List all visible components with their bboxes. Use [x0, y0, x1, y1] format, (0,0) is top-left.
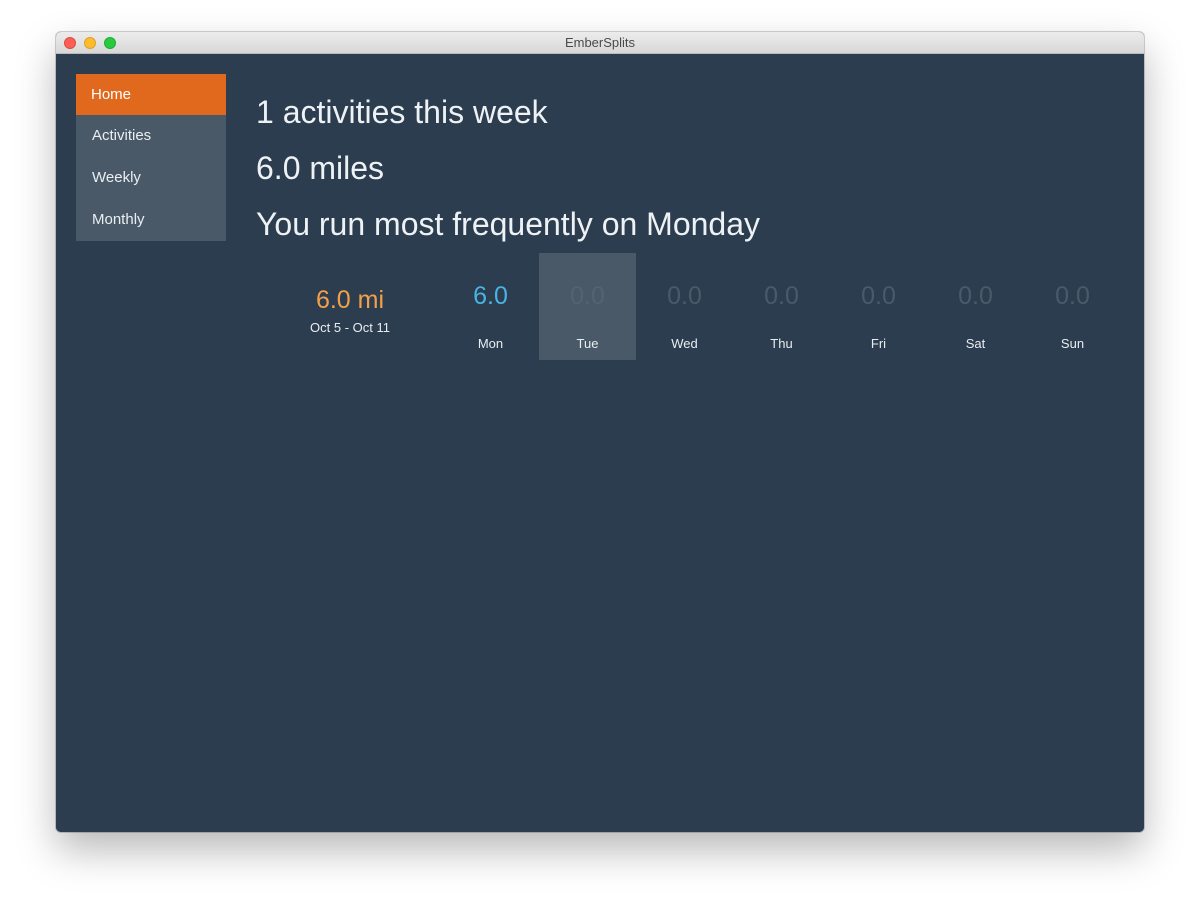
activities-count-heading: 1 activities this week: [256, 94, 548, 130]
distance-heading: 6.0 miles: [256, 150, 385, 186]
day-label: Tue: [576, 336, 599, 351]
day-cell-sun[interactable]: 0.0 Sun: [1024, 253, 1121, 360]
title-bar[interactable]: EmberSplits: [56, 32, 1144, 54]
sidebar-item-home[interactable]: Home: [76, 74, 226, 115]
day-cell-fri[interactable]: 0.0 Fri: [830, 253, 927, 360]
day-value: 0.0: [958, 282, 993, 310]
sidebar-item-monthly[interactable]: Monthly: [76, 199, 226, 241]
day-cell-mon[interactable]: 6.0 Mon: [442, 253, 539, 360]
day-label: Mon: [477, 336, 504, 351]
day-value: 0.0: [1055, 282, 1090, 310]
day-label: Sun: [1060, 336, 1085, 351]
sidebar-nav: Home Activities Weekly Monthly: [76, 74, 226, 241]
week-summary: 6.0 mi Oct 5 - Oct 11: [256, 286, 444, 335]
day-label: Sat: [965, 336, 986, 351]
day-cell-sat[interactable]: 0.0 Sat: [927, 253, 1024, 360]
day-cell-thu[interactable]: 0.0 Thu: [733, 253, 830, 360]
day-value: 0.0: [861, 282, 896, 310]
day-cell-wed[interactable]: 0.0 Wed: [636, 253, 733, 360]
sidebar-item-weekly[interactable]: Weekly: [76, 157, 226, 199]
day-label: Wed: [671, 336, 698, 351]
week-total-distance: 6.0 mi: [315, 286, 385, 314]
day-value: 0.0: [667, 282, 702, 310]
day-value: 0.0: [570, 282, 605, 310]
main-content: Home Activities Weekly Monthly 1 activit…: [56, 54, 1144, 832]
day-label: Fri: [870, 336, 887, 351]
day-cell-tue[interactable]: 0.0 Tue: [539, 253, 636, 360]
frequency-heading: You run most frequently on Monday: [256, 206, 761, 242]
app-window: EmberSplits Home Activities Weekly Month…: [56, 32, 1144, 832]
sidebar-item-activities[interactable]: Activities: [76, 115, 226, 157]
day-value: 6.0: [473, 282, 508, 310]
week-date-range: Oct 5 - Oct 11: [310, 320, 390, 335]
day-breakdown: 6.0 Mon 0.0 Tue 0.0 Wed 0.0 Thu 0.0 Fri …: [442, 253, 1121, 360]
day-value: 0.0: [764, 282, 799, 310]
day-label: Thu: [770, 336, 793, 351]
window-title: EmberSplits: [564, 35, 636, 50]
